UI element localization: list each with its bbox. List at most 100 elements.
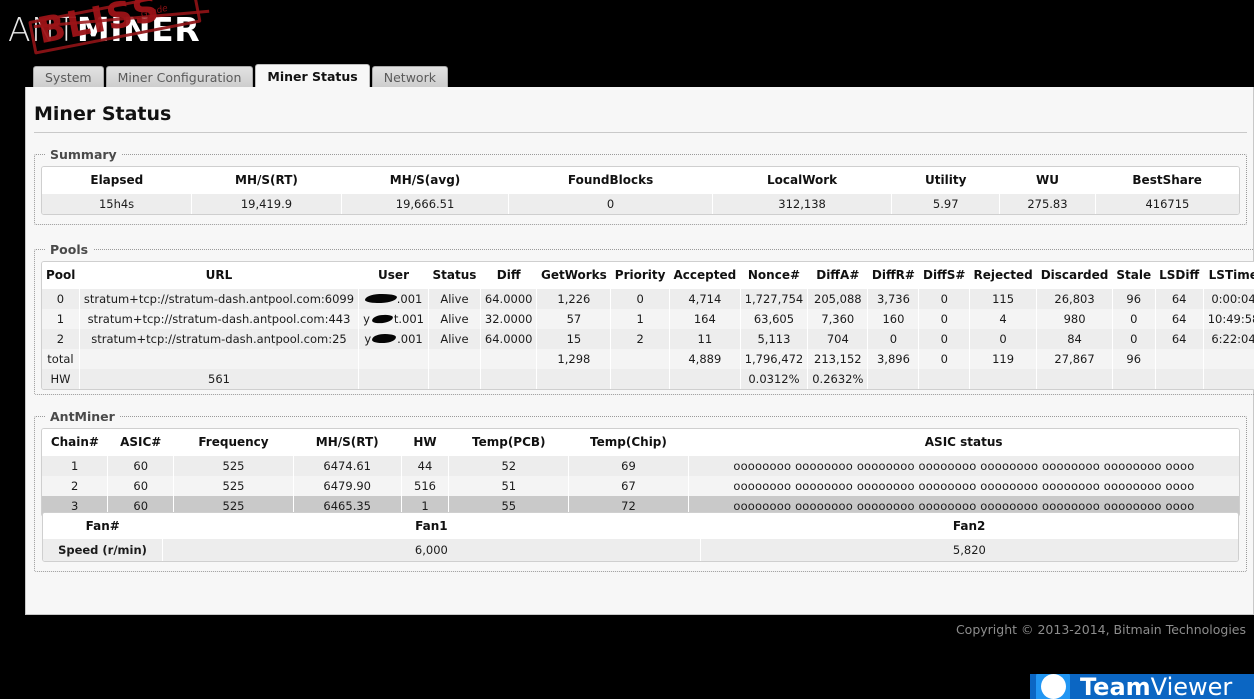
cell-lstime [1203, 349, 1254, 369]
cell-fan1-speed: 6,000 [162, 539, 701, 561]
cell-chain: 1 [42, 456, 109, 476]
teamviewer-widget[interactable]: TeamViewer [1030, 674, 1254, 699]
cell-priority: 1 [610, 309, 670, 329]
cell-total-label: total [42, 349, 80, 369]
cell-lstime [1203, 369, 1254, 389]
cell-lsdiff: 64 [1155, 309, 1204, 329]
cell-priority: 0 [610, 289, 670, 309]
col-temp-chip: Temp(Chip) [568, 429, 689, 456]
cell-discarded: 27,867 [1036, 349, 1113, 369]
col-diffr: DiffR# [867, 262, 919, 289]
col-diffa: DiffA# [807, 262, 868, 289]
user-suffix: .001 [397, 332, 423, 346]
cell-diffr: 160 [867, 309, 920, 329]
cell-localwork: 312,138 [712, 194, 893, 214]
table-row: 2 60 525 6479.90 516 51 67 oooooooo oooo… [42, 476, 1239, 496]
col-mhs-avg: MH/S(avg) [341, 167, 509, 194]
cell-status: Alive [428, 289, 481, 309]
cell-utility: 5.97 [891, 194, 1001, 214]
col-getworks: GetWorks [536, 262, 611, 289]
cell-stale: 0 [1112, 309, 1156, 329]
cell-stale [1112, 369, 1156, 389]
cell-url: stratum+tcp://stratum-dash.antpool.com:4… [79, 309, 360, 329]
cell-url [79, 349, 360, 369]
col-discarded: Discarded [1036, 262, 1113, 289]
cell-asic: 60 [107, 476, 175, 496]
cell-user: .001 [358, 289, 429, 309]
user-prefix: y [363, 312, 370, 326]
cell-pool: 0 [42, 289, 80, 309]
col-diffs: DiffS# [918, 262, 970, 289]
tab-miner-status[interactable]: Miner Status [255, 64, 370, 87]
cell-diffr [867, 369, 920, 389]
table-header-row: Elapsed MH/S(RT) MH/S(avg) FoundBlocks L… [42, 167, 1239, 194]
teamviewer-brand-bold: Team [1080, 674, 1151, 699]
cell-fan-speed-label: Speed (r/min) [43, 539, 163, 561]
user-prefix: y [364, 332, 372, 346]
table-row: 1 60 525 6474.61 44 52 69 oooooooo ooooo… [42, 456, 1239, 476]
cell-status: Alive [428, 309, 481, 329]
col-temp-pcb: Temp(PCB) [448, 429, 569, 456]
cell-diffa: 704 [807, 329, 869, 349]
table-row: 2 stratum+tcp://stratum-dash.antpool.com… [42, 329, 1254, 349]
copyright-text: Copyright © 2013-2014, Bitmain Technolog… [955, 622, 1246, 637]
cell-getworks: 1,226 [536, 289, 612, 309]
main-tabbar: System Miner Configuration Miner Status … [33, 64, 448, 87]
cell-lstime: 6:22:04 [1203, 329, 1254, 349]
cell-status [428, 349, 481, 369]
col-user: User [358, 262, 429, 289]
cell-rejected: 4 [969, 309, 1038, 329]
cell-status [428, 369, 481, 389]
tab-network[interactable]: Network [371, 66, 448, 87]
antminer-table: Chain# ASIC# Frequency MH/S(RT) HW Temp(… [42, 429, 1239, 516]
antminer-table-box: Chain# ASIC# Frequency MH/S(RT) HW Temp(… [41, 428, 1240, 517]
logo-prefix: ANT [8, 10, 77, 49]
cell-lstime: 10:49:58 [1203, 309, 1254, 329]
redaction-mark [364, 293, 397, 305]
teamviewer-brand-light: Viewer [1150, 674, 1233, 699]
col-accepted: Accepted [669, 262, 741, 289]
cell-accepted: 4,889 [669, 349, 741, 369]
cell-diff: 64.0000 [480, 329, 538, 349]
pools-table: Pool URL User Status Diff GetWorks Prior… [42, 262, 1254, 389]
cell-diff [480, 369, 538, 389]
table-row-hw: HW 561 0.0312% 0.2632% [42, 369, 1254, 389]
tab-miner-configuration[interactable]: Miner Configuration [105, 66, 254, 87]
cell-hw: 44 [401, 456, 450, 476]
table-row: 15h4s 19,419.9 19,666.51 0 312,138 5.97 … [42, 194, 1239, 214]
cell-diffs: 0 [918, 329, 970, 349]
cell-temp-pcb: 51 [448, 476, 570, 496]
cell-diff [480, 349, 538, 369]
summary-table: Elapsed MH/S(RT) MH/S(avg) FoundBlocks L… [42, 167, 1239, 214]
cell-accepted: 11 [669, 329, 741, 349]
cell-rejected: 115 [969, 289, 1038, 309]
teamviewer-icon [1036, 674, 1070, 699]
cell-accepted: 4,714 [669, 289, 741, 309]
cell-user: y t.001 [358, 309, 429, 329]
cell-rejected [969, 369, 1038, 389]
col-asic-status: ASIC status [688, 429, 1239, 456]
cell-accepted [669, 369, 741, 389]
teamviewer-dot [1040, 674, 1066, 699]
pools-section: Pools Pool URL User Status Diff GetWorks… [34, 242, 1254, 395]
cell-pool: 2 [42, 329, 80, 349]
cell-lsdiff: 64 [1155, 289, 1204, 309]
fan-table-box: Fan# Fan1 Fan2 Speed (r/min) 6,000 5,820 [42, 512, 1239, 562]
content-panel: Miner Status Summary Elapsed MH/S(RT) MH… [25, 87, 1254, 615]
col-priority: Priority [610, 262, 670, 289]
cell-bestshare: 416715 [1095, 194, 1239, 214]
col-nonce: Nonce# [740, 262, 808, 289]
table-row: Speed (r/min) 6,000 5,820 [43, 539, 1238, 561]
cell-getworks: 57 [536, 309, 612, 329]
col-url: URL [79, 262, 359, 289]
cell-mhs-rt: 19,419.9 [191, 194, 342, 214]
tab-system[interactable]: System [33, 66, 104, 87]
cell-nonce: 1,727,754 [740, 289, 809, 309]
logo-text: ANTMINER [8, 10, 200, 49]
site-header: ANTMINER BLISS Grade [0, 0, 1254, 60]
cell-rejected: 0 [969, 329, 1038, 349]
col-mhs-rt: MH/S(RT) [293, 429, 402, 456]
teamviewer-label: TeamViewer [1080, 675, 1232, 699]
col-foundblocks: FoundBlocks [508, 167, 713, 194]
cell-diffa: 205,088 [807, 289, 869, 309]
